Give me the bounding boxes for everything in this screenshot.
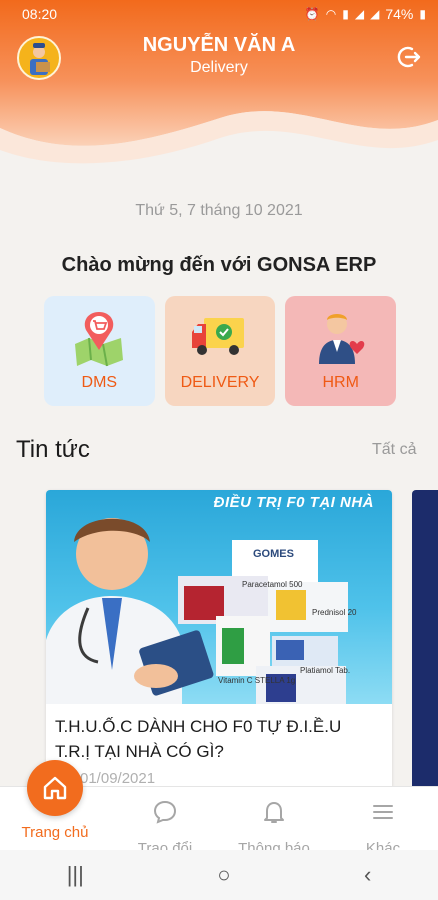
signal-icon: ◢ — [370, 7, 380, 21]
nav-item-chat[interactable]: Trao đổi — [110, 799, 220, 857]
wifi-icon: ◠ — [325, 7, 337, 21]
module-dms[interactable]: DMS — [44, 296, 155, 406]
news-image-label: Prednisol 20 — [312, 608, 357, 617]
status-bar: 08:20 ⏰ ◠ ▮ ◢ ◢ 74% ▮ — [0, 0, 438, 28]
alarm-icon: ⏰ — [304, 7, 320, 21]
news-date: 01/09/2021 — [80, 770, 156, 787]
home-circle-icon[interactable]: ○ — [217, 862, 230, 888]
news-image: ĐIỀU TRỊ F0 TẠI NHÀ GOMES Vitamin C STEL… — [46, 490, 392, 704]
map-cart-icon — [75, 312, 124, 367]
volte-icon: ▮ — [342, 7, 349, 21]
module-grid: DMS DELIVERY HRM — [44, 296, 397, 406]
recents-icon[interactable]: ||| — [67, 862, 84, 888]
system-navigation-bar: ||| ○ ‹ — [0, 850, 438, 900]
nav-label-home: Trang chủ — [21, 824, 89, 841]
bell-icon — [264, 802, 284, 823]
chat-icon — [153, 800, 177, 824]
current-date: Thứ 5, 7 tháng 10 2021 — [135, 202, 303, 219]
logout-icon[interactable] — [396, 44, 422, 70]
app-header: 08:20 ⏰ ◠ ▮ ◢ ◢ 74% ▮ NGUYỄN VĂN A Deliv… — [0, 0, 438, 170]
status-time: 08:20 — [22, 6, 58, 22]
back-icon[interactable]: ‹ — [364, 862, 371, 888]
news-card-next[interactable] — [412, 490, 438, 790]
news-headline: T.H.U.Ố.C DÀNH CHO F0 TỰ Đ.I.Ề.U T.R.Ị T… — [55, 717, 342, 761]
module-delivery[interactable]: DELIVERY — [164, 296, 276, 406]
module-label: HRM — [322, 374, 359, 391]
nav-item-home[interactable] — [27, 760, 83, 816]
news-card[interactable]: ĐIỀU TRỊ F0 TẠI NHÀ GOMES Vitamin C STEL… — [46, 490, 392, 790]
battery-icon: ▮ — [419, 7, 426, 21]
battery-level: 74% — [385, 6, 414, 22]
module-label: DMS — [81, 374, 118, 391]
nav-item-notifications[interactable]: Thông báo — [219, 799, 329, 857]
news-image-label: GOMES — [253, 548, 294, 560]
module-label: DELIVERY — [180, 374, 260, 391]
news-image-label: Platiamol Tab. — [300, 666, 351, 675]
welcome-title: Chào mừng đến với GONSA ERP — [61, 254, 377, 276]
nav-item-more[interactable]: Khác — [328, 799, 438, 857]
news-image-label: Paracetamol 500 — [242, 580, 303, 589]
news-image-label: Vitamin C STELLA 1g — [218, 676, 296, 685]
news-see-all-link[interactable]: Tất cả — [372, 441, 416, 459]
signal-icon: ◢ — [354, 7, 365, 21]
delivery-truck-icon — [192, 318, 244, 355]
home-icon — [43, 776, 67, 800]
module-hrm[interactable]: HRM — [285, 296, 397, 406]
menu-icon — [373, 805, 393, 819]
employee-heart-icon — [318, 314, 364, 364]
news-section-title: Tin tức — [16, 436, 90, 463]
user-name: NGUYỄN VĂN A — [142, 34, 296, 56]
user-role: Delivery — [190, 59, 248, 76]
